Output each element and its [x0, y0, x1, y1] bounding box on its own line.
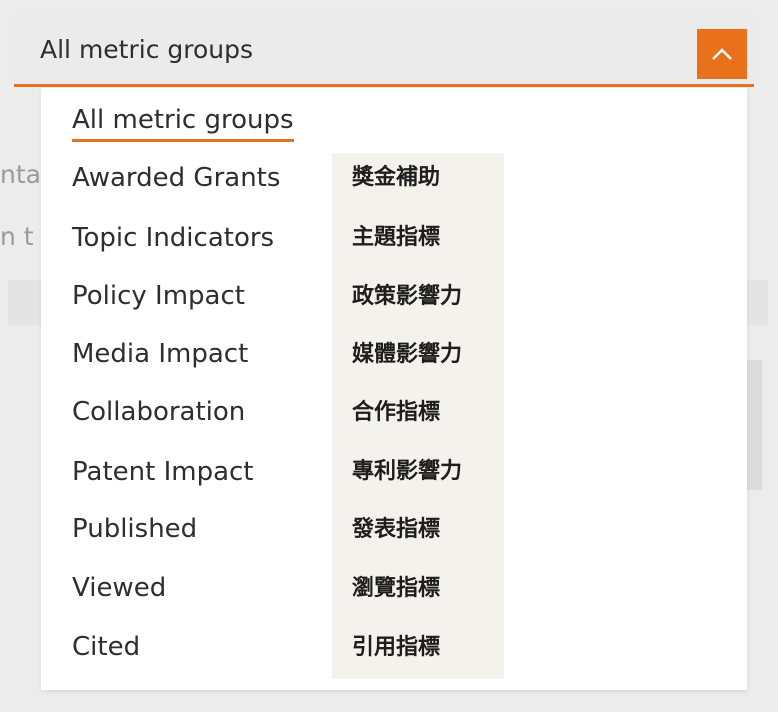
- metric-group-select[interactable]: All metric groups: [14, 12, 754, 87]
- translation-cited: 引用指標: [352, 635, 441, 660]
- translation-viewed: 瀏覽指標: [352, 576, 441, 601]
- select-current-value: All metric groups: [40, 35, 254, 64]
- option-all-metric-groups[interactable]: All metric groups: [72, 104, 294, 142]
- option-patent-impact[interactable]: Patent Impact: [72, 456, 254, 488]
- translation-awarded-grants: 獎金補助: [352, 165, 441, 190]
- translation-topic-indicators: 主題指標: [352, 225, 441, 250]
- option-cited[interactable]: Cited: [72, 631, 140, 663]
- option-viewed[interactable]: Viewed: [72, 572, 166, 604]
- translation-policy-impact: 政策影響力: [352, 284, 463, 309]
- background-text-fragment: nta: [0, 160, 41, 189]
- option-awarded-grants[interactable]: Awarded Grants: [72, 162, 280, 194]
- translation-collaboration: 合作指標: [352, 400, 441, 425]
- option-policy-impact[interactable]: Policy Impact: [72, 280, 245, 312]
- page-frame: nta n t All metric groups All metric gro…: [0, 0, 778, 712]
- translation-media-impact: 媒體影響力: [352, 342, 463, 367]
- background-text-fragment: n t: [0, 222, 34, 251]
- dropdown-toggle-button[interactable]: [697, 29, 747, 79]
- chevron-up-icon: [712, 48, 732, 60]
- option-media-impact[interactable]: Media Impact: [72, 338, 248, 370]
- option-topic-indicators[interactable]: Topic Indicators: [72, 222, 274, 254]
- option-collaboration[interactable]: Collaboration: [72, 396, 245, 428]
- dropdown-menu: All metric groups Awarded Grants 獎金補助 To…: [41, 88, 747, 690]
- option-published[interactable]: Published: [72, 513, 197, 545]
- translation-published: 發表指標: [352, 517, 441, 542]
- translation-patent-impact: 專利影響力: [352, 459, 463, 484]
